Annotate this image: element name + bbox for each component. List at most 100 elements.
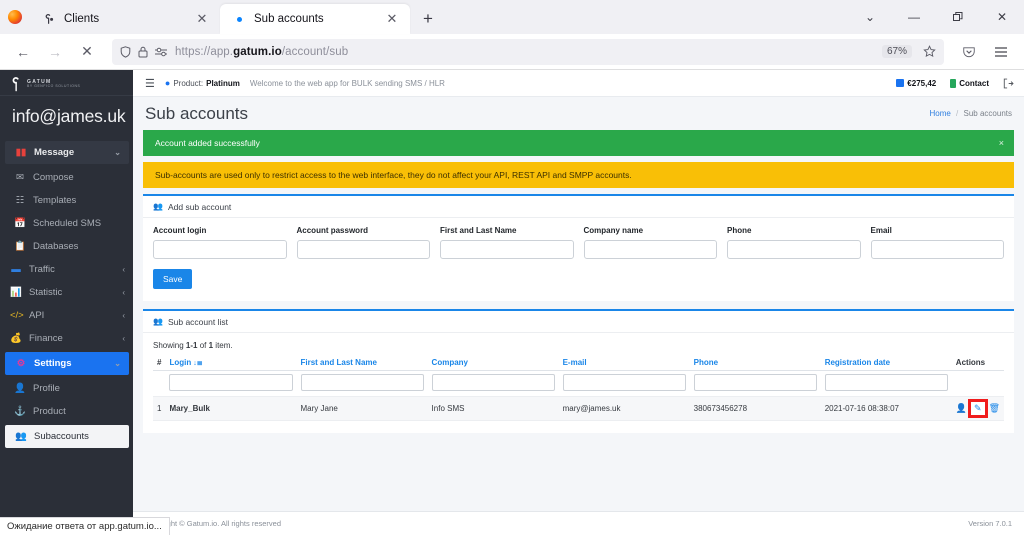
app-topbar: ☰ ● Product: Platinum Welcome to the web… — [133, 70, 1024, 97]
column-header-login-label: Login — [169, 358, 192, 367]
close-icon[interactable]: ✕ — [194, 11, 210, 27]
minimize-icon[interactable]: — — [892, 2, 936, 32]
chart-icon: 📊 — [10, 287, 22, 298]
close-icon[interactable]: ✕ — [384, 11, 400, 27]
shield-icon[interactable] — [120, 45, 131, 58]
address-bar[interactable]: https://app.gatum.io/account/sub 67% — [112, 38, 944, 65]
column-header-num: # — [153, 355, 166, 371]
column-header-email[interactable]: E-mail — [558, 355, 690, 371]
close-window-icon[interactable]: ✕ — [980, 2, 1024, 32]
logout-icon[interactable] — [1003, 78, 1014, 89]
sidebar-toggle-icon[interactable]: ☰ — [145, 77, 155, 90]
sidebar-item-profile[interactable]: 👤 Profile — [0, 377, 133, 400]
sidebar-item-label: Message — [34, 147, 75, 158]
save-button[interactable]: Save — [153, 269, 193, 289]
filter-cell-regdate — [820, 370, 952, 397]
table-header-row: # Login ↓≣ First and Last Name Company E-… — [153, 355, 1004, 371]
phone-input[interactable] — [727, 240, 861, 259]
column-header-company[interactable]: Company — [427, 355, 559, 371]
filter-company-input[interactable] — [431, 374, 555, 391]
contact-icon — [950, 78, 957, 88]
edit-icon[interactable]: ✎ — [968, 399, 988, 418]
filter-email-input[interactable] — [562, 374, 686, 391]
hamburger-menu-icon[interactable] — [986, 38, 1016, 66]
filter-cell-actions — [951, 370, 1004, 397]
sidebar-item-subaccounts[interactable]: 👥 Subaccounts — [5, 425, 129, 448]
new-tab-button[interactable]: + — [414, 5, 442, 33]
sidebar-item-databases[interactable]: 📋 Databases — [0, 235, 133, 258]
contact-button[interactable]: Contact — [950, 78, 989, 88]
breadcrumb-home[interactable]: Home — [929, 109, 950, 118]
filter-phone-input[interactable] — [693, 374, 817, 391]
chevron-down-icon: ⌄ — [114, 148, 121, 157]
field-label: Company name — [583, 226, 644, 235]
product-indicator: ● Product: Platinum — [165, 78, 240, 88]
showing-mid: of — [197, 341, 209, 350]
loading-dot-icon — [232, 12, 246, 26]
sidebar-item-statistic[interactable]: 📊 Statistic ‹ — [0, 281, 133, 304]
page-title: Sub accounts — [145, 103, 249, 123]
lock-icon[interactable] — [138, 46, 148, 58]
field-label: Account login — [153, 226, 207, 235]
field-account-login: Account login — [153, 226, 287, 259]
brand-tagline: BY GENFICO SOLUTIONS — [27, 84, 81, 89]
field-first-last-name: First and Last Name — [440, 226, 574, 259]
delete-icon[interactable]: 🗑 — [989, 404, 1000, 413]
pocket-icon[interactable] — [954, 38, 984, 66]
success-alert: Account added successfully × — [143, 130, 1014, 156]
stop-loading-icon[interactable]: ✕ — [72, 38, 102, 66]
login-as-user-icon[interactable]: 👤 — [956, 404, 967, 413]
sidebar-item-message[interactable]: ▮▮ Message ⌄ — [5, 141, 129, 164]
sidebar-item-settings[interactable]: ⚙ Settings ⌄ — [5, 352, 129, 375]
column-header-login[interactable]: Login ↓≣ — [165, 355, 297, 371]
showing-prefix: Showing — [153, 341, 186, 350]
filter-login-input[interactable] — [169, 374, 293, 391]
close-icon[interactable]: × — [999, 138, 1004, 148]
sidebar-item-api[interactable]: </> API ‹ — [0, 304, 133, 327]
company-name-input[interactable] — [583, 240, 717, 259]
column-header-name[interactable]: First and Last Name — [296, 355, 428, 371]
gatum-logo-icon — [42, 12, 56, 26]
brand-logo[interactable]: GATUM BY GENFICO SOLUTIONS — [0, 70, 133, 96]
envelope-icon: ✉ — [16, 172, 24, 183]
add-sub-account-card-header: 👥 Add sub account — [143, 196, 1014, 218]
chevron-left-icon: ‹ — [122, 265, 125, 274]
back-icon[interactable]: ← — [8, 38, 38, 66]
sidebar-item-finance[interactable]: 💰 Finance ‹ — [0, 327, 133, 350]
sort-desc-icon[interactable]: ↓≣ — [193, 360, 202, 367]
breadcrumb-current: Sub accounts — [963, 109, 1012, 118]
filter-name-input[interactable] — [300, 374, 424, 391]
column-header-regdate[interactable]: Registration date — [820, 355, 952, 371]
code-icon: </> — [10, 310, 24, 321]
add-sub-account-card: 👥 Add sub account Account login Account … — [143, 194, 1014, 301]
sidebar-item-templates[interactable]: ☷ Templates — [0, 189, 133, 212]
star-icon[interactable] — [923, 45, 936, 58]
zoom-level-badge[interactable]: 67% — [881, 45, 912, 58]
sidebar-item-product[interactable]: ⚓ Product — [0, 400, 133, 423]
sidebar-item-label: API — [29, 310, 45, 321]
add-sub-account-card-body: Account login Account password First and… — [143, 218, 1014, 301]
first-last-name-input[interactable] — [440, 240, 574, 259]
tab-strip: Clients ✕ Sub accounts ✕ + ⌄ — ✕ — [0, 0, 1024, 34]
sidebar-item-compose[interactable]: ✉ Compose — [0, 166, 133, 189]
browser-tab-sub-accounts[interactable]: Sub accounts ✕ — [220, 4, 410, 34]
column-header-phone[interactable]: Phone — [689, 355, 821, 371]
user-email: info@james.uk — [12, 106, 126, 126]
account-password-input[interactable] — [296, 240, 430, 259]
account-balance[interactable]: €275,42 — [896, 79, 936, 88]
maximize-icon[interactable] — [936, 2, 980, 32]
account-login-input[interactable] — [153, 240, 287, 259]
web-application: GATUM BY GENFICO SOLUTIONS info@james.uk… — [0, 70, 1024, 535]
sidebar-item-traffic[interactable]: ▬ Traffic ‹ — [0, 258, 133, 281]
filter-regdate-input[interactable] — [824, 374, 948, 391]
sidebar-item-scheduled-sms[interactable]: 📅 Scheduled SMS — [0, 212, 133, 235]
forward-icon[interactable]: → — [40, 38, 70, 66]
success-alert-text: Account added successfully — [155, 138, 260, 148]
email-input[interactable] — [870, 240, 1004, 259]
subaccounts-icon: 👥 — [15, 431, 27, 442]
browser-tab-clients[interactable]: Clients ✕ — [30, 4, 220, 34]
product-badge-icon: ● — [164, 78, 171, 88]
list-all-tabs-icon[interactable]: ⌄ — [848, 2, 892, 32]
permissions-icon[interactable] — [155, 47, 168, 57]
sidebar-item-label: Subaccounts — [34, 431, 89, 442]
